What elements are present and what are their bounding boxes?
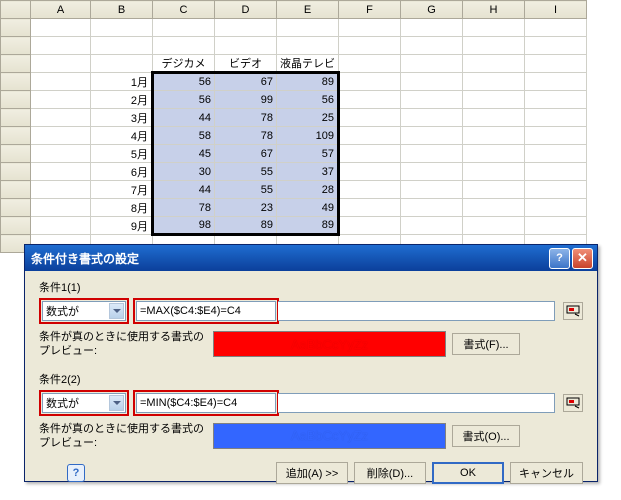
- row-header[interactable]: [1, 73, 31, 91]
- condition1-type-combo[interactable]: 数式が: [42, 301, 126, 321]
- cell[interactable]: 78: [215, 109, 277, 127]
- row-header[interactable]: [1, 217, 31, 235]
- row-header[interactable]: [1, 55, 31, 73]
- cell[interactable]: ビデオ: [215, 55, 277, 73]
- row-header[interactable]: [1, 127, 31, 145]
- cell[interactable]: 9月: [91, 217, 153, 235]
- close-icon[interactable]: ✕: [572, 248, 593, 269]
- cell[interactable]: 56: [153, 91, 215, 109]
- cell[interactable]: 23: [215, 199, 277, 217]
- spreadsheet[interactable]: A B C D E F G H I デジカメ ビデオ 液晶テレビ 1月 56 6…: [0, 0, 587, 253]
- cell[interactable]: 89: [215, 217, 277, 235]
- condition1-formula-input[interactable]: =MAX($C4:$E4)=C4: [136, 301, 276, 321]
- add-button[interactable]: 追加(A) >>: [276, 462, 348, 484]
- chevron-down-icon: [109, 395, 124, 411]
- cell[interactable]: 56: [277, 91, 339, 109]
- col-header[interactable]: C: [153, 1, 215, 19]
- row-header[interactable]: [1, 145, 31, 163]
- cell[interactable]: 2月: [91, 91, 153, 109]
- cell[interactable]: 56: [153, 73, 215, 91]
- conditional-formatting-dialog: 条件付き書式の設定 ? ✕ 条件1(1) 数式が =MAX($C4:$E4)=C…: [24, 244, 598, 482]
- cell[interactable]: 67: [215, 145, 277, 163]
- cell[interactable]: 28: [277, 181, 339, 199]
- cell[interactable]: 25: [277, 109, 339, 127]
- ok-button[interactable]: OK: [432, 462, 504, 484]
- cell[interactable]: 55: [215, 163, 277, 181]
- cell[interactable]: 89: [277, 73, 339, 91]
- cell[interactable]: 99: [215, 91, 277, 109]
- help-icon[interactable]: ?: [549, 248, 570, 269]
- cell[interactable]: 8月: [91, 199, 153, 217]
- help-icon[interactable]: ?: [67, 464, 85, 482]
- cell[interactable]: 57: [277, 145, 339, 163]
- cell[interactable]: 98: [153, 217, 215, 235]
- cell[interactable]: デジカメ: [153, 55, 215, 73]
- row-header[interactable]: [1, 19, 31, 37]
- cell[interactable]: 58: [153, 127, 215, 145]
- condition1-label: 条件1(1): [39, 279, 583, 295]
- col-header[interactable]: G: [401, 1, 463, 19]
- cell[interactable]: 89: [277, 217, 339, 235]
- condition1-format-button[interactable]: 書式(F)...: [452, 333, 520, 355]
- cell[interactable]: 6月: [91, 163, 153, 181]
- row-header[interactable]: [1, 181, 31, 199]
- cell[interactable]: 109: [277, 127, 339, 145]
- col-header[interactable]: A: [31, 1, 91, 19]
- dialog-titlebar[interactable]: 条件付き書式の設定 ? ✕: [25, 245, 597, 271]
- cell[interactable]: 3月: [91, 109, 153, 127]
- cell[interactable]: 78: [215, 127, 277, 145]
- col-header[interactable]: B: [91, 1, 153, 19]
- condition2-type-combo[interactable]: 数式が: [42, 393, 126, 413]
- col-header[interactable]: I: [525, 1, 587, 19]
- row-header[interactable]: [1, 199, 31, 217]
- condition2-format-button[interactable]: 書式(O)...: [452, 425, 520, 447]
- cell[interactable]: 4月: [91, 127, 153, 145]
- cell[interactable]: 45: [153, 145, 215, 163]
- cell[interactable]: 49: [277, 199, 339, 217]
- condition2-label: 条件2(2): [39, 371, 583, 387]
- col-header[interactable]: E: [277, 1, 339, 19]
- condition2-formula-input[interactable]: =MIN($C4:$E4)=C4: [136, 393, 276, 413]
- cell[interactable]: 1月: [91, 73, 153, 91]
- col-header[interactable]: D: [215, 1, 277, 19]
- delete-button[interactable]: 削除(D)...: [354, 462, 426, 484]
- cell[interactable]: 37: [277, 163, 339, 181]
- cell[interactable]: 7月: [91, 181, 153, 199]
- cell[interactable]: 30: [153, 163, 215, 181]
- col-header[interactable]: H: [463, 1, 525, 19]
- condition2-preview-label: 条件が真のときに使用する書式のプレビュー:: [39, 422, 207, 451]
- cell[interactable]: 78: [153, 199, 215, 217]
- row-header[interactable]: [1, 109, 31, 127]
- corner-cell[interactable]: [1, 1, 31, 19]
- row-header[interactable]: [1, 163, 31, 181]
- condition2-preview: AaBbCcYyZz: [213, 423, 446, 449]
- row-header[interactable]: [1, 91, 31, 109]
- col-header[interactable]: F: [339, 1, 401, 19]
- cell[interactable]: 55: [215, 181, 277, 199]
- condition1-preview: AaBbCcYyZz: [213, 331, 446, 357]
- cancel-button[interactable]: キャンセル: [510, 462, 583, 484]
- cell[interactable]: 67: [215, 73, 277, 91]
- condition1-preview-label: 条件が真のときに使用する書式のプレビュー:: [39, 330, 207, 359]
- row-header[interactable]: [1, 37, 31, 55]
- range-picker-icon[interactable]: [563, 394, 583, 412]
- cell[interactable]: 5月: [91, 145, 153, 163]
- formula-extension[interactable]: [278, 301, 555, 321]
- dialog-title: 条件付き書式の設定: [31, 250, 139, 267]
- cell[interactable]: 44: [153, 181, 215, 199]
- cell[interactable]: 液晶テレビ: [277, 55, 339, 73]
- cell[interactable]: 44: [153, 109, 215, 127]
- chevron-down-icon: [109, 303, 124, 319]
- range-picker-icon[interactable]: [563, 302, 583, 320]
- formula-extension[interactable]: [278, 393, 555, 413]
